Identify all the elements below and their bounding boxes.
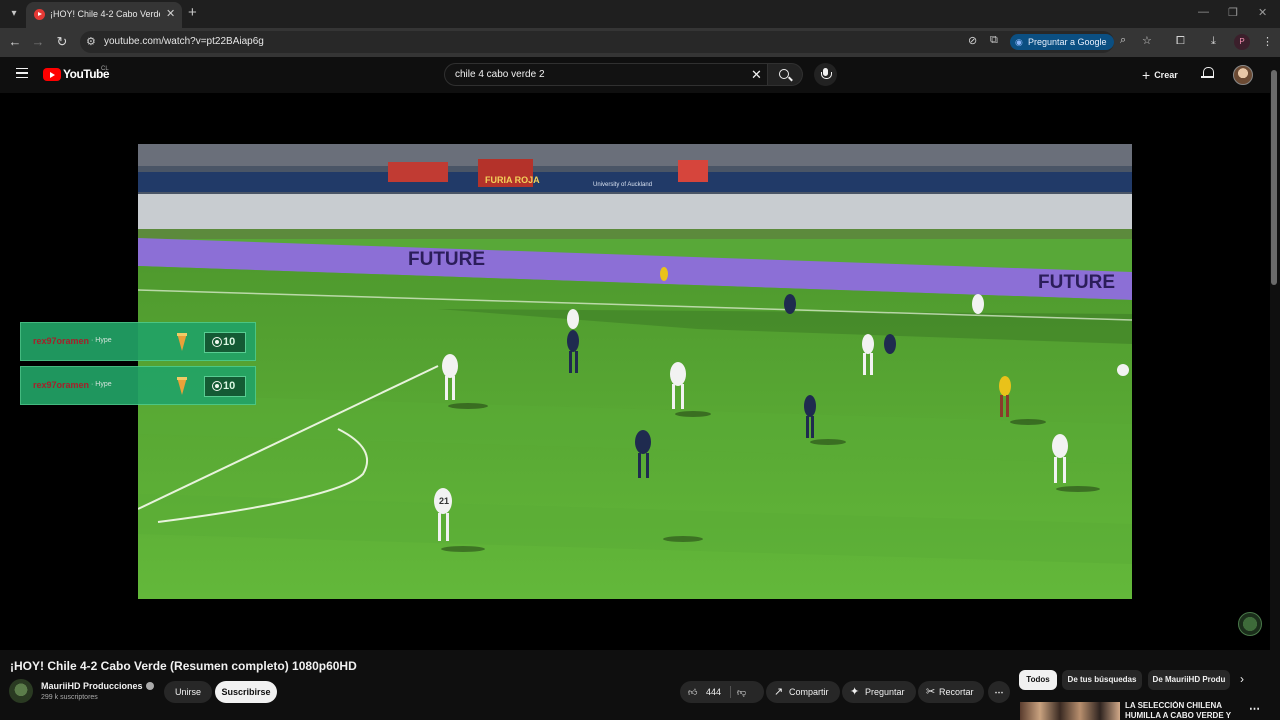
eye-off-icon[interactable]: ⊘: [968, 34, 977, 47]
tab-title: ¡HOY! Chile 4-2 Cabo Verde (Re: [50, 9, 160, 19]
search-box[interactable]: chile 4 cabo verde 2 ✕: [444, 63, 768, 86]
browser-tab[interactable]: ¡HOY! Chile 4-2 Cabo Verde (Re ✕: [26, 2, 182, 28]
video-frame[interactable]: FUTURE FUTURE FURIA ROJA University of A…: [138, 144, 1132, 599]
browser-tab-strip: ▾ ¡HOY! Chile 4-2 Cabo Verde (Re ✕ + — ❐…: [0, 0, 1280, 28]
video-player[interactable]: FUTURE FUTURE FURIA ROJA University of A…: [0, 93, 1270, 650]
dislike-thumb-icon[interactable]: 👎︎: [737, 681, 746, 703]
youtube-favicon-icon: [34, 9, 45, 20]
minimize-icon[interactable]: —: [1198, 6, 1209, 18]
share-arrow-icon: ↗: [774, 686, 784, 698]
divider: [730, 686, 731, 698]
video-info: ¡HOY! Chile 4-2 Cabo Verde (Resumen comp…: [0, 650, 1270, 720]
notifications-bell-icon[interactable]: [1201, 66, 1214, 80]
install-app-icon[interactable]: ⧉: [990, 34, 998, 47]
search-icon: [779, 69, 789, 79]
plus-icon: +: [1142, 67, 1151, 83]
address-bar[interactable]: ⚙ youtube.com/watch?v=pt22BAiap6g ⊘ ⧉ Pr…: [80, 31, 1152, 53]
ad-board-text: University of Auckland: [593, 182, 652, 188]
recommendation-menu-icon[interactable]: ⋯: [1249, 702, 1260, 715]
back-arrow-icon[interactable]: ←: [7, 34, 23, 49]
points-coin-icon: [213, 382, 221, 390]
zoom-icon[interactable]: ⌕: [1120, 34, 1126, 47]
chip-from-channel[interactable]: De MauriiHD Produ: [1148, 670, 1230, 690]
page-scrollbar[interactable]: [1271, 70, 1277, 285]
rocket-icon: [177, 333, 187, 351]
guide-menu-icon[interactable]: [16, 68, 28, 78]
browser-toolbar: ← → ↻ ⚙ youtube.com/watch?v=pt22BAiap6g …: [0, 28, 1280, 57]
channel-name-text[interactable]: MauriiHD Producciones: [41, 681, 143, 691]
chip-from-searches[interactable]: De tus búsquedas: [1062, 670, 1142, 690]
hype-points: 10: [223, 380, 236, 392]
hype-notification: rex97oramen · Hype 10: [20, 366, 256, 405]
hype-points-badge: 10: [204, 332, 246, 353]
chrome-menu-icon[interactable]: ⋮: [1262, 35, 1273, 48]
banner-text-right: FUTURE: [1038, 272, 1115, 293]
football-scene: FUTURE FUTURE FURIA ROJA University of A…: [138, 144, 1132, 599]
tab-search-chevron-icon[interactable]: ▾: [6, 6, 22, 22]
hype-label: · Hype: [91, 337, 112, 344]
hype-label: · Hype: [91, 381, 112, 388]
like-dislike-group: 👍︎ 444 👎︎: [680, 681, 764, 703]
clip-label: Recortar: [939, 687, 974, 697]
search-button[interactable]: [768, 63, 803, 86]
channel-name[interactable]: MauriiHD Producciones: [41, 681, 154, 691]
like-thumb-icon[interactable]: 👍︎: [688, 681, 697, 703]
like-count[interactable]: 444: [706, 681, 721, 703]
tab-close-icon[interactable]: ✕: [166, 7, 175, 20]
bookmark-star-icon[interactable]: ☆: [1142, 34, 1152, 47]
url-text: youtube.com/watch?v=pt22BAiap6g: [104, 36, 264, 47]
site-info-icon[interactable]: ⚙: [86, 35, 96, 48]
create-button[interactable]: + Crear: [1142, 67, 1178, 83]
search-input[interactable]: chile 4 cabo verde 2: [455, 69, 545, 80]
ask-button[interactable]: ✦ Preguntar: [842, 681, 916, 703]
new-tab-icon[interactable]: +: [188, 4, 197, 21]
channel-avatar[interactable]: [9, 679, 33, 703]
rocket-icon: [177, 377, 187, 395]
download-icon[interactable]: ⤓: [1211, 35, 1216, 48]
banner-text: FUTURE: [408, 249, 485, 270]
forward-arrow-icon[interactable]: →: [30, 34, 46, 49]
hype-notification: rex97oramen · Hype 10: [20, 322, 256, 361]
more-actions-icon[interactable]: ⋯: [988, 681, 1010, 703]
create-label: Crear: [1154, 70, 1178, 80]
sparkle-icon: ✦: [850, 686, 860, 698]
crowd-banner-text: FURIA ROJA: [485, 175, 540, 185]
join-button[interactable]: Unirse: [164, 681, 212, 703]
clip-button[interactable]: ✂ Recortar: [918, 681, 984, 703]
subscriber-count: 299 k suscriptores: [41, 694, 98, 701]
voice-search-mic-icon[interactable]: [814, 63, 837, 86]
profile-avatar[interactable]: P: [1234, 34, 1250, 50]
youtube-masthead: YouTube CL chile 4 cabo verde 2 ✕ + Crear: [0, 57, 1280, 93]
share-button[interactable]: ↗ Compartir: [766, 681, 840, 703]
hype-user-name: rex97oramen: [33, 336, 90, 346]
chevron-right-icon[interactable]: ›: [1240, 672, 1244, 686]
subscribe-button[interactable]: Suscribirse: [215, 681, 277, 703]
channel-watermark[interactable]: [1238, 612, 1262, 636]
video-title: ¡HOY! Chile 4-2 Cabo Verde (Resumen comp…: [10, 659, 357, 673]
ask-google-button[interactable]: Preguntar a Google: [1010, 34, 1114, 50]
country-code: CL: [101, 66, 109, 72]
scissors-icon: ✂: [926, 686, 936, 698]
recommendation-title[interactable]: LA SELECCIÓN CHILENA HUMILLA A CABO VERD…: [1125, 701, 1235, 720]
player-number: 21: [439, 496, 449, 506]
extensions-icon[interactable]: ⧠: [1176, 35, 1185, 48]
account-avatar[interactable]: [1233, 65, 1253, 85]
points-coin-icon: [213, 338, 221, 346]
share-label: Compartir: [789, 687, 829, 697]
hype-user-name: rex97oramen: [33, 380, 90, 390]
hype-points: 10: [223, 336, 236, 348]
ask-label: Preguntar: [865, 687, 905, 697]
chip-all[interactable]: Todos: [1019, 670, 1057, 690]
clear-search-icon[interactable]: ✕: [751, 67, 762, 83]
verified-icon: [145, 682, 154, 690]
recommendation-thumbnail[interactable]: [1020, 702, 1120, 720]
reload-icon[interactable]: ↻: [54, 34, 70, 50]
window-close-icon[interactable]: ✕: [1258, 6, 1267, 19]
youtube-logo-icon[interactable]: [43, 68, 61, 81]
hype-points-badge: 10: [204, 376, 246, 397]
restore-icon[interactable]: ❐: [1228, 6, 1238, 19]
